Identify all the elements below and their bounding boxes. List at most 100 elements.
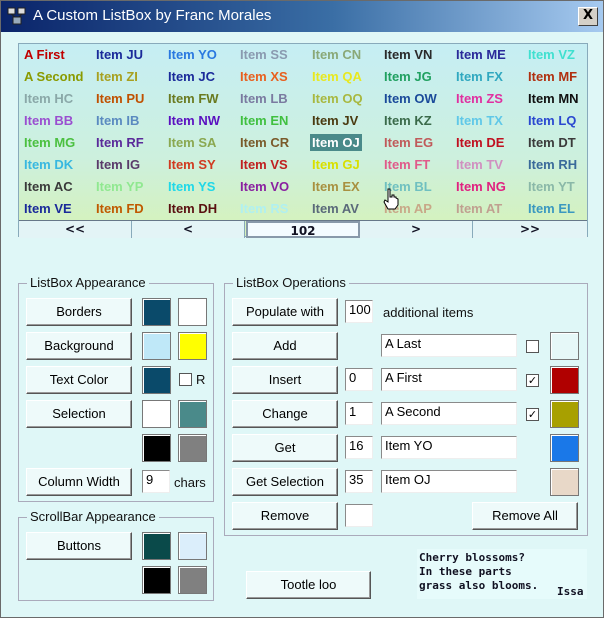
list-item[interactable]: Item RF [94,134,146,151]
next-page-button[interactable]: > [360,221,473,238]
prev-page-button[interactable]: < [132,221,245,238]
list-item[interactable]: Item EL [526,200,577,217]
list-item[interactable]: Item ZS [454,90,505,107]
list-item[interactable]: Item CN [310,46,363,63]
tootle-loo-button[interactable]: Tootle loo [246,571,371,599]
title-bar[interactable]: A Custom ListBox by Franc Morales X [1,1,603,32]
change-color-swatch[interactable] [550,400,579,428]
list-item[interactable]: Item JG [382,68,434,85]
list-item[interactable]: Item RS [238,200,290,217]
close-button[interactable]: X [578,7,598,26]
page-number[interactable]: 102 [246,221,360,238]
list-item[interactable]: Item YT [526,178,577,195]
list-item[interactable]: Item SA [166,134,218,151]
list-item[interactable]: Item DE [454,134,506,151]
add-button[interactable]: Add [232,332,338,360]
populate-count-input[interactable]: 100 [345,300,373,323]
scrollbar-extra-color-b[interactable] [178,566,207,594]
get-selection-value-output[interactable]: Item OJ [381,470,517,493]
scrollbar-extra-color-a[interactable] [142,566,171,594]
list-item[interactable]: Item KZ [382,112,434,129]
list-item[interactable]: Item TV [454,156,505,173]
list-item[interactable]: Item FX [454,68,505,85]
background-color-a[interactable] [142,332,171,360]
populate-button[interactable]: Populate with [232,298,338,326]
remove-all-button[interactable]: Remove All [472,502,578,530]
add-checkbox[interactable] [526,340,539,353]
text-color-button[interactable]: Text Color [26,366,132,394]
remove-index-input[interactable] [345,504,373,527]
change-value-input[interactable]: A Second [381,402,517,425]
list-item[interactable]: Item RH [526,156,579,173]
get-color-swatch[interactable] [550,434,579,462]
get-selection-index-output[interactable]: 35 [345,470,373,493]
list-item[interactable]: Item SY [166,156,218,173]
add-value-input[interactable]: A Last [381,334,517,357]
list-item[interactable]: Item CR [238,134,291,151]
background-button[interactable]: Background [26,332,132,360]
list-item[interactable]: Item LQ [526,112,578,129]
insert-button[interactable]: Insert [232,366,338,394]
list-item[interactable]: Item VZ [526,46,577,63]
list-item[interactable]: Item AV [310,200,361,217]
last-page-button[interactable]: >> [473,221,587,238]
list-item[interactable]: Item ME [454,46,508,63]
scrollbar-button-color-a[interactable] [142,532,171,560]
list-item[interactable]: Item YS [166,178,217,195]
list-item[interactable]: Item SS [238,46,290,63]
remove-button[interactable]: Remove [232,502,338,530]
list-item[interactable]: Item DK [22,156,75,173]
list-item[interactable]: Item NW [166,112,222,129]
change-checkbox[interactable]: ✓ [526,408,539,421]
random-color-checkbox[interactable] [179,373,192,386]
list-item[interactable]: Item DH [166,200,219,217]
list-item[interactable]: Item JC [166,68,217,85]
list-item[interactable]: Item OJ [310,134,362,151]
list-item[interactable]: Item MF [526,68,579,85]
list-item[interactable]: Item OQ [310,90,365,107]
list-item[interactable]: Item MN [526,90,581,107]
list-item[interactable]: Item VS [238,156,290,173]
list-item[interactable]: Item NG [454,178,508,195]
insert-index-input[interactable]: 0 [345,368,373,391]
list-item[interactable]: Item PU [94,90,146,107]
list-item[interactable]: Item XS [238,68,290,85]
column-width-button[interactable]: Column Width [26,468,132,496]
get-button[interactable]: Get [232,434,338,462]
list-item[interactable]: A Second [22,68,85,85]
borders-button[interactable]: Borders [26,298,132,326]
borders-color-a[interactable] [142,298,171,326]
list-item[interactable]: Item FT [382,156,432,173]
change-index-input[interactable]: 1 [345,402,373,425]
list-item[interactable]: Item VE [22,200,74,217]
list-item[interactable]: Item HC [22,90,75,107]
insert-value-input[interactable]: A First [381,368,517,391]
selection-color-a[interactable] [142,400,171,428]
text-color-swatch[interactable] [142,366,171,394]
list-item[interactable]: Item JV [310,112,360,129]
list-item[interactable]: Item ZI [94,68,140,85]
list-item[interactable]: Item AC [22,178,75,195]
selection-button[interactable]: Selection [26,400,132,428]
insert-checkbox[interactable]: ✓ [526,374,539,387]
scrollbar-buttons-button[interactable]: Buttons [26,532,132,560]
first-page-button[interactable]: << [19,221,132,238]
list-item[interactable]: Item FW [166,90,221,107]
list-item[interactable]: Item IG [94,156,142,173]
list-item[interactable]: Item JU [94,46,145,63]
get-selection-color-swatch[interactable] [550,468,579,496]
list-item[interactable]: Item EX [310,178,362,195]
list-item[interactable]: Item EG [382,134,435,151]
list-item[interactable]: Item DT [526,134,578,151]
get-selection-button[interactable]: Get Selection [232,468,338,496]
extra-color-b[interactable] [178,434,207,462]
list-item[interactable]: Item GJ [310,156,362,173]
selection-color-b[interactable] [178,400,207,428]
get-index-input[interactable]: 16 [345,436,373,459]
change-button[interactable]: Change [232,400,338,428]
list-item[interactable]: Item OW [382,90,439,107]
list-item[interactable]: Item AT [454,200,504,217]
list-item[interactable]: Item VN [382,46,434,63]
borders-color-b[interactable] [178,298,207,326]
list-item[interactable]: Item MG [22,134,77,151]
